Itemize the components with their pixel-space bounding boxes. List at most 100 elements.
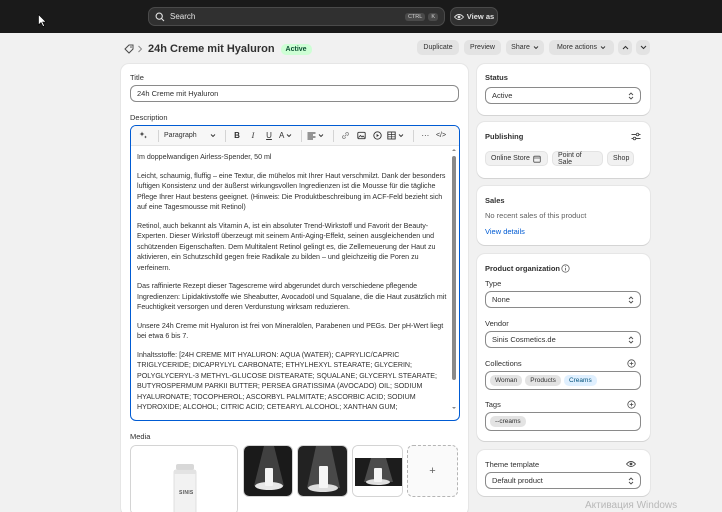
preview-label: Preview	[470, 44, 495, 51]
chevron-right-icon	[138, 45, 143, 53]
channel-shop[interactable]: Shop	[607, 151, 634, 166]
chevron-down-icon	[210, 134, 216, 138]
select-chevrons-icon	[628, 296, 634, 304]
vendor-select[interactable]: Sinis Cosmetics.de	[485, 331, 641, 348]
tag-chip[interactable]: --creams	[490, 416, 526, 427]
sales-label: Sales	[485, 196, 505, 205]
search-bar[interactable]: Search CTRL K	[148, 7, 445, 26]
eye-icon[interactable]	[626, 460, 636, 468]
select-chevrons-icon	[628, 92, 634, 100]
description-label: Description	[130, 113, 168, 122]
play-circle-icon	[373, 131, 382, 140]
table-icon	[387, 131, 396, 140]
chevron-down-icon	[287, 134, 292, 138]
view-details-link[interactable]: View details	[485, 227, 525, 236]
editor-toolbar: Paragraph B I U A ··· </>	[131, 126, 459, 146]
product-photo-image	[353, 446, 402, 496]
title-label: Title	[130, 73, 144, 82]
toolbar-divider	[225, 129, 226, 142]
theme-template-select[interactable]: Default product	[485, 472, 641, 489]
vendor-value: Sinis Cosmetics.de	[492, 335, 556, 344]
type-select[interactable]: None	[485, 291, 641, 308]
ai-magic-icon[interactable]	[137, 129, 149, 143]
collections-field[interactable]: Woman Products Creams	[485, 371, 641, 390]
scrollbar-thumb[interactable]	[452, 156, 456, 380]
status-select[interactable]: Active	[485, 87, 641, 104]
collection-chip[interactable]: Creams	[563, 375, 597, 386]
channel-online-store[interactable]: Online Store	[485, 151, 548, 166]
bold-button[interactable]: B	[231, 129, 243, 143]
search-placeholder: Search	[170, 12, 196, 21]
media-item-2[interactable]	[243, 445, 293, 497]
collection-chip[interactable]: Products	[525, 375, 561, 386]
shortcut-k: K	[428, 12, 438, 21]
description-paragraph: Das raffinierte Rezept dieser Tagescreme…	[137, 282, 447, 311]
duplicate-button[interactable]: Duplicate	[417, 40, 459, 55]
theme-template-label: Theme template	[485, 460, 540, 469]
description-content[interactable]: Im doppelwandigen Airless-Spender, 50 ml…	[137, 152, 452, 420]
chevron-up-icon	[622, 45, 628, 50]
chevron-down-icon	[533, 46, 539, 50]
channel-point-of-sale[interactable]: Point of Sale	[552, 151, 603, 166]
more-formatting-button[interactable]: ···	[419, 129, 431, 143]
add-circle-icon[interactable]	[627, 400, 636, 409]
more-actions-label: More actions	[556, 44, 598, 51]
align-left-icon	[307, 132, 316, 139]
image-icon	[357, 131, 366, 140]
more-actions-button[interactable]: More actions	[549, 40, 614, 55]
link-button[interactable]	[339, 129, 351, 143]
italic-button[interactable]: I	[247, 129, 259, 143]
description-paragraph: Unsere 24h Creme mit Hyaluron ist frei v…	[137, 321, 444, 341]
status-badge: Active	[280, 43, 312, 55]
editor-scrollbar[interactable]	[452, 148, 456, 410]
tags-field[interactable]: --creams	[485, 412, 641, 431]
status-value: Active	[492, 91, 513, 100]
select-chevrons-icon	[628, 336, 634, 344]
search-icon	[155, 12, 165, 21]
chevron-down-icon	[399, 134, 404, 138]
description-editor[interactable]: Paragraph B I U A ··· </> Im doppelwandi…	[130, 125, 460, 421]
toolbar-divider	[301, 129, 303, 142]
media-item-4[interactable]	[352, 445, 403, 497]
collection-chip[interactable]: Woman	[490, 375, 523, 386]
title-input[interactable]: 24h Creme mit Hyaluron	[130, 85, 459, 102]
product-photo-image	[298, 446, 347, 496]
align-button[interactable]	[307, 129, 324, 143]
vendor-label: Vendor	[485, 319, 509, 328]
paragraph-dropdown[interactable]: Paragraph	[164, 129, 216, 143]
share-button[interactable]: Share	[506, 40, 544, 55]
view-as-label: View as	[466, 12, 495, 21]
media-item-main[interactable]: SINIS	[130, 445, 238, 512]
collections-label: Collections	[485, 359, 522, 368]
share-label: Share	[511, 44, 530, 51]
description-paragraph: Im doppelwandigen Airless-Spender, 50 ml	[137, 153, 272, 161]
next-product-button[interactable]	[636, 40, 650, 55]
image-button[interactable]	[355, 129, 367, 143]
page-header: 24h Creme mit Hyaluron Active Duplicate …	[124, 40, 650, 58]
add-circle-icon[interactable]	[627, 359, 636, 368]
schedule-icon	[533, 155, 541, 163]
paragraph-label: Paragraph	[164, 132, 197, 139]
toolbar-divider	[413, 129, 415, 142]
info-icon[interactable]	[561, 264, 570, 273]
previous-product-button[interactable]	[618, 40, 632, 55]
tags-label: Tags	[485, 400, 501, 409]
underline-button[interactable]: U	[263, 129, 275, 143]
mouse-cursor-icon	[38, 14, 47, 27]
html-code-button[interactable]: </>	[435, 129, 447, 143]
preview-button[interactable]: Preview	[464, 40, 501, 55]
product-photo-image	[244, 446, 292, 496]
toolbar-divider	[158, 129, 159, 142]
table-button[interactable]	[387, 129, 404, 143]
text-color-button[interactable]: A	[279, 129, 292, 143]
link-icon	[341, 132, 349, 139]
add-media-button[interactable]: +	[407, 445, 458, 497]
product-brand-label: SINIS	[179, 490, 194, 496]
sliders-icon[interactable]	[631, 132, 641, 141]
description-paragraph: Inhaltsstoffe: [24H CREME MIT HYALURON: …	[137, 350, 437, 412]
toolbar-divider	[333, 129, 335, 142]
media-item-3[interactable]	[297, 445, 348, 497]
type-label: Type	[485, 279, 502, 288]
view-as-button[interactable]: View as	[450, 7, 498, 26]
video-button[interactable]	[371, 129, 383, 143]
